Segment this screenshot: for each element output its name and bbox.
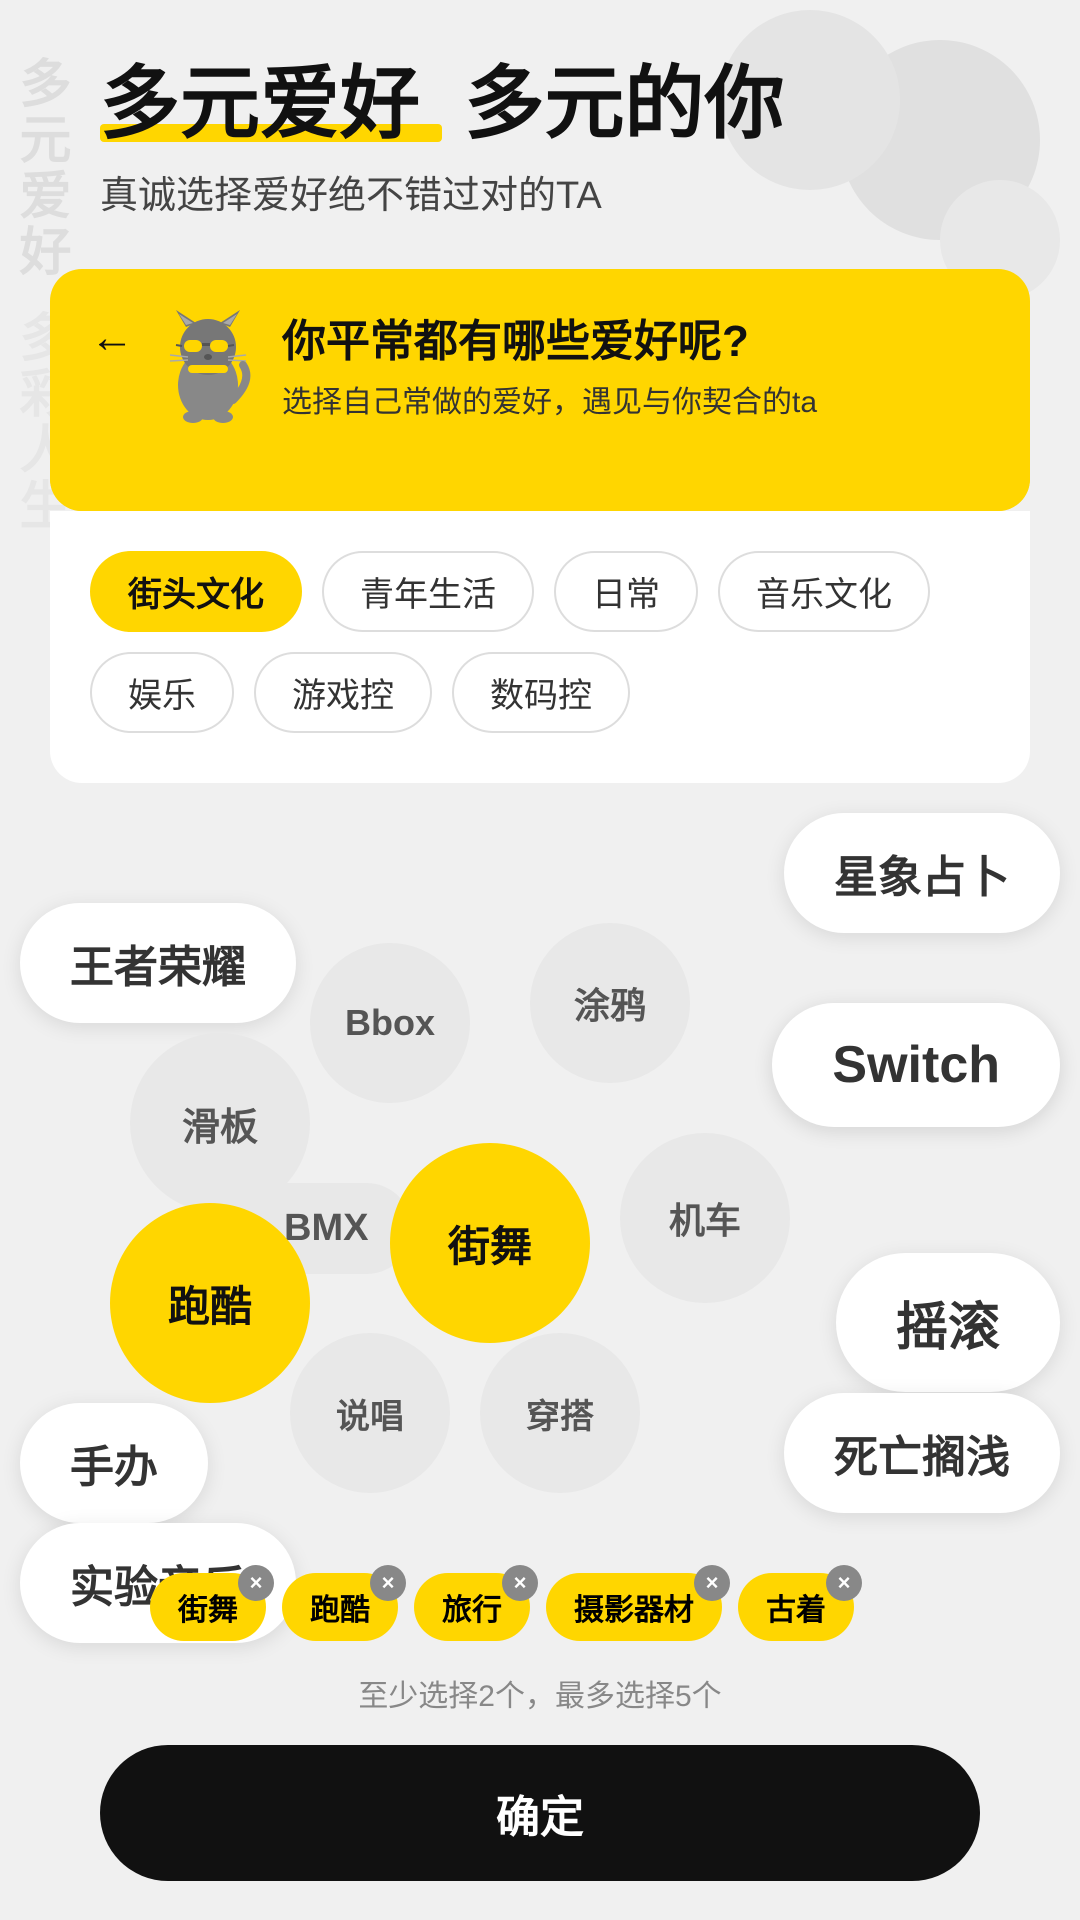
header: 多元爱好 多元的你 真诚选择爱好绝不错过对的TA — [0, 0, 1080, 239]
confirm-button[interactable]: 确定 — [100, 1745, 980, 1881]
tag-gaming[interactable]: 游戏控 — [254, 652, 432, 733]
remove-paoku[interactable]: × — [370, 1565, 406, 1601]
bubble-wangzhe[interactable]: 王者荣耀 — [20, 903, 296, 1023]
selected-tag-lvxing[interactable]: 旅行 × — [414, 1573, 530, 1641]
remove-jiewu[interactable]: × — [238, 1565, 274, 1601]
wave-decoration — [50, 451, 1030, 511]
hint-text: 至少选择2个，最多选择5个 — [358, 1680, 721, 1713]
cat-mascot — [158, 305, 258, 405]
bubble-switch[interactable]: Switch — [772, 1003, 1060, 1127]
bubble-shoubang[interactable]: 手办 — [20, 1403, 208, 1523]
bubble-jiewu[interactable]: 街舞 — [390, 1143, 590, 1343]
selected-tag-sheying[interactable]: 摄影器材 × — [546, 1573, 722, 1641]
bottom-hint: 至少选择2个，最多选择5个 — [0, 1661, 1080, 1735]
tag-digital[interactable]: 数码控 — [452, 652, 630, 733]
selected-tag-jiewu[interactable]: 街舞 × — [150, 1573, 266, 1641]
bubble-yaogun[interactable]: 摇滚 — [836, 1253, 1060, 1392]
bubble-chuanda[interactable]: 穿搭 — [480, 1333, 640, 1493]
card-title: 你平常都有哪些爱好呢? — [282, 305, 990, 369]
selected-tag-guzhe[interactable]: 古着 × — [738, 1573, 854, 1641]
tags-section: 街头文化 青年生活 日常 音乐文化 娱乐 游戏控 数码控 — [50, 511, 1030, 783]
remove-sheying[interactable]: × — [694, 1565, 730, 1601]
remove-lvxing[interactable]: × — [502, 1565, 538, 1601]
tag-street[interactable]: 街头文化 — [90, 551, 302, 632]
tag-entertain[interactable]: 娱乐 — [90, 652, 234, 733]
tag-daily[interactable]: 日常 — [554, 551, 698, 632]
title-highlight: 多元爱好 — [100, 59, 442, 148]
tags-row-1: 街头文化 青年生活 日常 音乐文化 — [90, 551, 990, 632]
bubble-jiche[interactable]: 机车 — [620, 1133, 790, 1303]
bubble-shouchang[interactable]: 说唱 — [290, 1333, 450, 1493]
main-title: 多元爱好 多元的你 — [100, 60, 1000, 148]
bubble-paoku[interactable]: 跑酷 — [110, 1203, 310, 1403]
remove-guzhe[interactable]: × — [826, 1565, 862, 1601]
bubbles-area: 星象占卜 王者荣耀 Bbox 涂鸦 滑板 Switch BMX 街舞 机车 跑酷… — [0, 803, 1080, 1553]
card-text: 你平常都有哪些爱好呢? 选择自己常做的爱好，遇见与你契合的ta — [282, 305, 990, 421]
tags-row-2: 娱乐 游戏控 数码控 — [90, 652, 990, 733]
bubble-tuya[interactable]: 涂鸦 — [530, 923, 690, 1083]
selected-tag-paoku[interactable]: 跑酷 × — [282, 1573, 398, 1641]
bubble-bbox[interactable]: Bbox — [310, 943, 470, 1103]
bubble-xingxiang[interactable]: 星象占卜 — [784, 813, 1060, 933]
back-button[interactable]: ← — [90, 313, 134, 363]
tag-music[interactable]: 音乐文化 — [718, 551, 930, 632]
tag-youth[interactable]: 青年生活 — [322, 551, 534, 632]
bubble-siwang[interactable]: 死亡搁浅 — [784, 1393, 1060, 1513]
hobby-card: ← — [50, 269, 1030, 511]
card-subtitle: 选择自己常做的爱好，遇见与你契合的ta — [282, 377, 990, 421]
sub-title: 真诚选择爱好绝不错过对的TA — [100, 164, 1000, 219]
